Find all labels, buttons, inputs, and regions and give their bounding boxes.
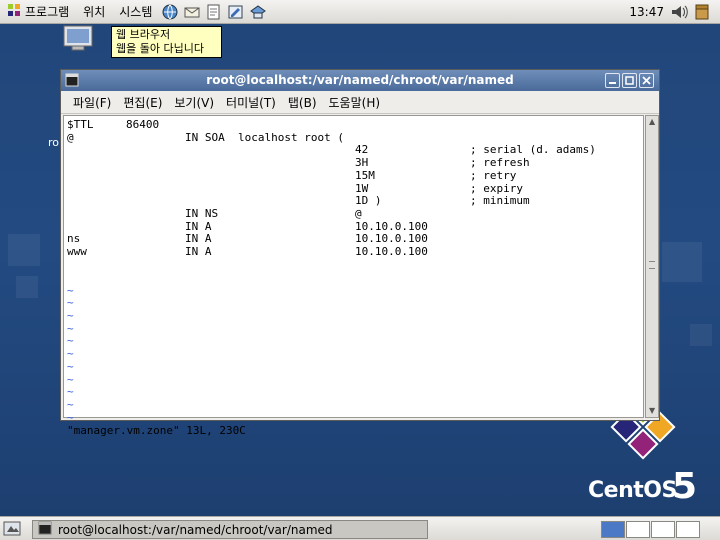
bottom-panel: root@localhost:/var/named/chroot/var/nam… bbox=[0, 516, 720, 540]
terminal-cell: ns bbox=[67, 232, 81, 246]
terminal-cell: IN SOA localhost root ( bbox=[185, 130, 344, 144]
menubar: 파일(F) 편집(E) 보기(V) 터미널(T) 탭(B) 도움말(H) bbox=[61, 91, 659, 114]
empty-line-tilde: ~ bbox=[67, 321, 74, 335]
terminal-cell: IN NS bbox=[185, 206, 219, 220]
close-button[interactable] bbox=[639, 73, 654, 88]
terminal-cell: IN A bbox=[185, 245, 212, 258]
terminal-cell: ; expiry bbox=[470, 181, 523, 195]
scroll-down-icon[interactable]: ▼ bbox=[649, 406, 655, 415]
volume-icon[interactable] bbox=[670, 3, 688, 24]
terminal-cell: 10.10.0.100 bbox=[355, 219, 428, 233]
terminal-cell: 86400 bbox=[126, 118, 160, 131]
window-titlebar[interactable]: root@localhost:/var/named/chroot/var/nam… bbox=[61, 70, 659, 91]
terminal-window: root@localhost:/var/named/chroot/var/nam… bbox=[60, 69, 660, 437]
applications-menu[interactable]: 프로그램 bbox=[0, 0, 76, 24]
show-desktop-icon[interactable] bbox=[3, 521, 21, 540]
menu-tabs[interactable]: 탭(B) bbox=[282, 94, 323, 111]
terminal-cell: www bbox=[67, 245, 87, 258]
taskbar-task-terminal[interactable]: root@localhost:/var/named/chroot/var/nam… bbox=[32, 520, 428, 539]
empty-line-tilde: ~ bbox=[67, 283, 74, 297]
clock[interactable]: 13:47 bbox=[629, 0, 664, 24]
terminal-text-area[interactable]: $TTL 86400 @ IN SOA localhost root ( 42 ; ser… bbox=[63, 115, 644, 437]
terminal-cell: 15M bbox=[355, 168, 375, 182]
web-browser-launcher-icon[interactable] bbox=[160, 3, 180, 21]
background-pattern bbox=[16, 276, 38, 298]
menu-view[interactable]: 보기(V) bbox=[168, 94, 220, 111]
empty-line-tilde: ~ bbox=[67, 334, 74, 348]
empty-line-tilde: ~ bbox=[67, 397, 74, 411]
terminal-cell: @ bbox=[67, 130, 74, 144]
terminal-cell: 1D ) bbox=[355, 194, 382, 208]
terminal-cell: ; minimum bbox=[470, 194, 530, 208]
empty-line-tilde: ~ bbox=[67, 309, 74, 322]
terminal-icon bbox=[38, 521, 52, 538]
terminal-cell: ; serial (d. adams) bbox=[470, 143, 596, 157]
computer-icon[interactable] bbox=[62, 24, 96, 55]
taskbar-task-label: root@localhost:/var/named/chroot/var/nam… bbox=[58, 522, 333, 537]
terminal-cell: IN A bbox=[185, 232, 212, 246]
scroll-up-icon[interactable]: ▲ bbox=[649, 117, 655, 126]
terminal-cell: ; retry bbox=[470, 168, 517, 182]
maximize-icon bbox=[625, 76, 634, 85]
note-launcher-icon[interactable] bbox=[226, 3, 246, 21]
menu-terminal[interactable]: 터미널(T) bbox=[220, 94, 282, 111]
empty-line-tilde: ~ bbox=[67, 296, 74, 310]
desktop-icon-label[interactable]: ro bbox=[48, 136, 59, 149]
email-launcher-icon[interactable] bbox=[182, 3, 202, 21]
places-menu[interactable]: 위치 bbox=[76, 0, 112, 24]
text-editor-launcher-icon[interactable] bbox=[204, 3, 224, 21]
terminal-cell: 3H bbox=[355, 156, 369, 170]
minimize-icon bbox=[609, 82, 616, 84]
empty-line-tilde: ~ bbox=[67, 372, 74, 386]
terminal-cell: $TTL bbox=[67, 118, 94, 131]
menu-file[interactable]: 파일(F) bbox=[67, 94, 117, 111]
background-pattern bbox=[690, 324, 712, 346]
workspace-4[interactable] bbox=[676, 521, 700, 538]
terminal-cell: 10.10.0.100 bbox=[355, 245, 428, 258]
empty-line-tilde: ~ bbox=[67, 385, 74, 399]
menu-help[interactable]: 도움말(H) bbox=[323, 94, 387, 111]
background-pattern bbox=[8, 234, 40, 266]
workspace-2[interactable] bbox=[626, 521, 650, 538]
terminal-cell: ; refresh bbox=[470, 156, 530, 170]
minimize-button[interactable] bbox=[605, 73, 620, 88]
menu-edit[interactable]: 편집(E) bbox=[117, 94, 168, 111]
scroll-thumb[interactable] bbox=[649, 261, 655, 269]
terminal-cell: IN A bbox=[185, 219, 212, 233]
launcher-tooltip: 웹 브라우저 웹을 돌아 다닙니다 bbox=[111, 26, 222, 58]
close-icon bbox=[642, 76, 651, 85]
background-pattern bbox=[662, 242, 702, 282]
update-launcher-icon[interactable] bbox=[248, 3, 268, 21]
centos-logo-text: CentOS bbox=[588, 478, 677, 503]
tooltip-title: 웹 브라우저 bbox=[116, 28, 171, 41]
terminal-cell: 42 bbox=[355, 143, 369, 157]
applications-menu-icon bbox=[7, 3, 21, 20]
vim-status-line: "manager.vm.zone" 13L, 230C bbox=[67, 423, 246, 437]
empty-line-tilde: ~ bbox=[67, 347, 74, 361]
system-menu-label: 시스템 bbox=[119, 5, 153, 19]
places-menu-label: 위치 bbox=[83, 5, 106, 19]
tooltip-description: 웹을 돌아 다닙니다 bbox=[116, 42, 204, 55]
applications-menu-label: 프로그램 bbox=[25, 5, 70, 19]
software-update-icon[interactable] bbox=[694, 3, 710, 24]
empty-line-tilde: ~ bbox=[67, 359, 74, 373]
centos-logo-version: 5 bbox=[672, 466, 698, 507]
empty-line-tilde: ~ bbox=[67, 410, 74, 424]
terminal-cell: @ bbox=[355, 206, 362, 220]
vertical-scrollbar[interactable]: ▲ ▼ bbox=[645, 115, 659, 418]
workspace-1[interactable] bbox=[601, 521, 625, 538]
system-menu[interactable]: 시스템 bbox=[112, 0, 159, 24]
maximize-button[interactable] bbox=[622, 73, 637, 88]
terminal-cell: 10.10.0.100 bbox=[355, 232, 428, 246]
terminal-cell: 1W bbox=[355, 181, 369, 195]
workspace-3[interactable] bbox=[651, 521, 675, 538]
window-title: root@localhost:/var/named/chroot/var/nam… bbox=[206, 73, 514, 87]
top-panel: 프로그램 위치 시스템 13:47 bbox=[0, 0, 720, 24]
